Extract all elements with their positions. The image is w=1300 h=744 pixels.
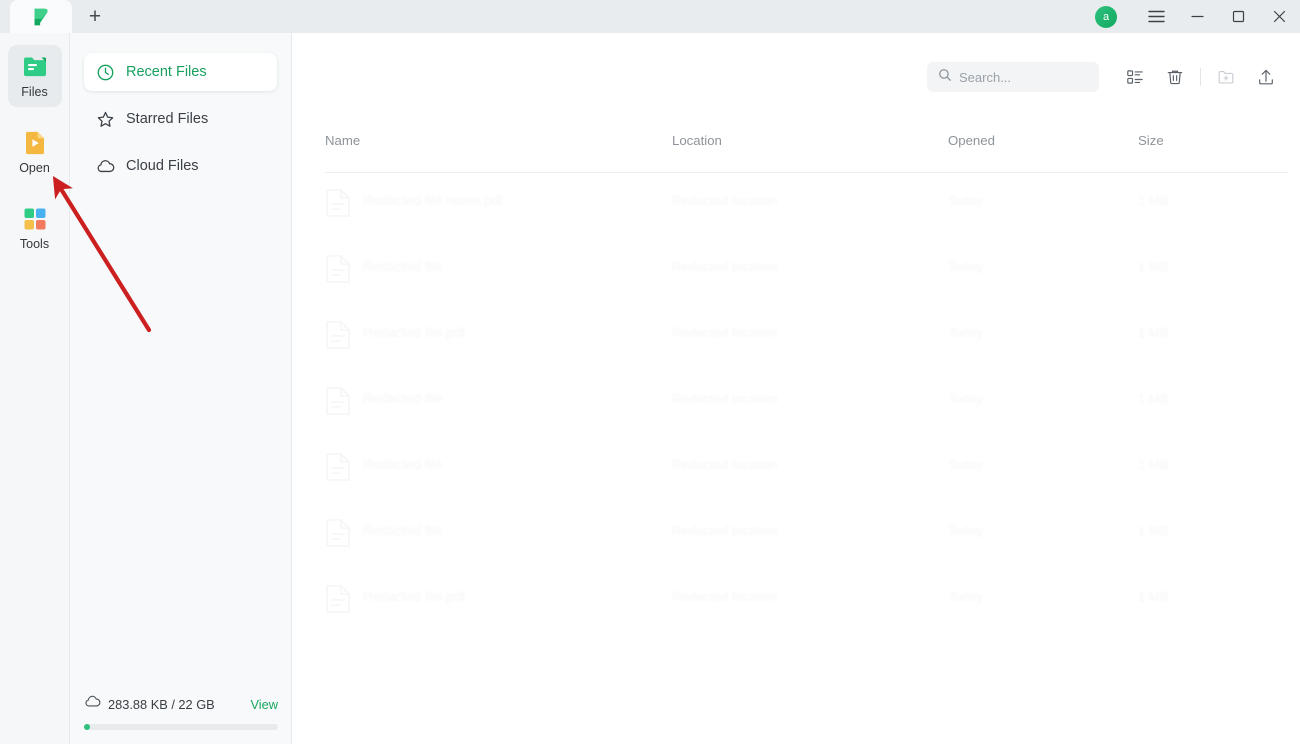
content-toolbar: Search... xyxy=(927,60,1286,94)
nav-item-label: Recent Files xyxy=(126,64,207,80)
nav-list: Recent Files Starred Files Cloud Files xyxy=(70,33,291,185)
column-header-location[interactable]: Location xyxy=(672,133,722,148)
file-location: Redacted location xyxy=(672,589,778,604)
files-icon xyxy=(21,53,49,81)
file-location: Redacted location xyxy=(672,259,778,274)
hamburger-menu-icon[interactable] xyxy=(1136,0,1177,33)
file-size: 1 MB xyxy=(1138,259,1169,274)
list-view-icon[interactable] xyxy=(1115,60,1155,94)
file-type-icon xyxy=(325,188,351,218)
sidebar-item-open[interactable]: Open xyxy=(8,121,62,183)
cloud-icon xyxy=(84,693,101,715)
file-name: Redacted file name.pdf xyxy=(363,193,503,208)
file-opened: Today xyxy=(948,325,983,340)
file-opened: Today xyxy=(948,457,983,472)
nav-item-label: Starred Files xyxy=(126,111,209,127)
nav-panel: Recent Files Starred Files Cloud Files 2… xyxy=(70,33,292,744)
file-size: 1 MB xyxy=(1138,523,1169,538)
file-type-icon xyxy=(325,320,351,350)
star-icon xyxy=(96,110,115,129)
main-content: Search... Name Location Opened Size xyxy=(293,33,1300,744)
title-bar: + a xyxy=(0,0,1300,33)
nav-item-recent-files[interactable]: Recent Files xyxy=(84,53,277,91)
column-header-name[interactable]: Name xyxy=(325,133,360,148)
file-type-icon xyxy=(325,518,351,548)
file-type-icon xyxy=(325,452,351,482)
nav-item-label: Cloud Files xyxy=(126,158,199,174)
column-header-size[interactable]: Size xyxy=(1138,133,1164,148)
app-logo-icon xyxy=(30,6,52,28)
storage-progress-fill xyxy=(84,724,90,730)
maximize-icon[interactable] xyxy=(1218,0,1259,33)
search-icon xyxy=(938,68,952,87)
storage-usage-text: 283.88 KB / 22 GB xyxy=(108,696,215,712)
avatar[interactable]: a xyxy=(1095,5,1117,28)
file-name: Redacted file xyxy=(363,391,442,406)
cloud-icon xyxy=(96,157,115,176)
sidebar-item-label: Files xyxy=(21,85,48,99)
file-location: Redacted location xyxy=(672,523,778,538)
file-opened: Today xyxy=(948,193,983,208)
new-folder-icon[interactable] xyxy=(1206,60,1246,94)
window-controls: a xyxy=(1095,0,1300,33)
file-size: 1 MB xyxy=(1138,457,1169,472)
table-row[interactable]: Redacted file.pdf Redacted location Today 1… xyxy=(325,313,1288,379)
file-location: Redacted location xyxy=(672,193,778,208)
file-name: Redacted file xyxy=(363,457,442,472)
search-placeholder: Search... xyxy=(959,69,1012,85)
sidebar-rail: Files Open Tools xyxy=(0,33,70,744)
nav-item-cloud-files[interactable]: Cloud Files xyxy=(84,147,277,185)
file-location: Redacted location xyxy=(672,457,778,472)
table-row[interactable]: Redacted file Redacted location Today 1 MB xyxy=(325,445,1288,511)
app-window: + a Files Open Tools Recent Files Starre… xyxy=(0,0,1300,744)
file-opened: Today xyxy=(948,523,983,538)
table-row[interactable]: Redacted file Redacted location Today 1 MB xyxy=(325,247,1288,313)
file-name: Redacted file.pdf xyxy=(363,589,465,604)
file-type-icon xyxy=(325,584,351,614)
file-size: 1 MB xyxy=(1138,391,1169,406)
storage-row: 283.88 KB / 22 GB View xyxy=(84,693,278,715)
file-type-icon xyxy=(325,386,351,416)
file-size: 1 MB xyxy=(1138,325,1169,340)
file-name: Redacted file xyxy=(363,259,442,274)
tab-document-active[interactable] xyxy=(10,0,72,33)
tools-grid-icon xyxy=(21,205,49,233)
file-name: Redacted file.pdf xyxy=(363,325,465,340)
storage-footer: 283.88 KB / 22 GB View xyxy=(70,693,292,744)
file-size: 1 MB xyxy=(1138,589,1169,604)
file-opened: Today xyxy=(948,259,983,274)
file-type-icon xyxy=(325,254,351,284)
table-row[interactable]: Redacted file name.pdf Redacted location T… xyxy=(325,181,1288,247)
clock-icon xyxy=(96,63,115,82)
upload-icon[interactable] xyxy=(1246,60,1286,94)
file-size: 1 MB xyxy=(1138,193,1169,208)
file-opened: Today xyxy=(948,589,983,604)
sidebar-item-files[interactable]: Files xyxy=(7,45,62,107)
storage-progress-bar xyxy=(84,724,278,730)
file-location: Redacted location xyxy=(672,391,778,406)
tab-strip: + xyxy=(0,0,118,33)
table-header: Name Location Opened Size xyxy=(325,133,1288,173)
storage-view-link[interactable]: View xyxy=(250,697,278,712)
table-row[interactable]: Redacted file Redacted location Today 1 MB xyxy=(325,511,1288,577)
file-location: Redacted location xyxy=(672,325,778,340)
file-list: Redacted file name.pdf Redacted location T… xyxy=(325,181,1288,643)
sidebar-item-label: Open xyxy=(19,161,50,175)
table-row[interactable]: Redacted file.pdf Redacted location Today 1… xyxy=(325,577,1288,643)
column-header-opened[interactable]: Opened xyxy=(948,133,995,148)
sidebar-item-label: Tools xyxy=(19,237,50,251)
search-input[interactable]: Search... xyxy=(927,62,1099,92)
toolbar-divider xyxy=(1200,68,1201,86)
trash-icon[interactable] xyxy=(1155,60,1195,94)
file-opened: Today xyxy=(948,391,983,406)
table-row[interactable]: Redacted file Redacted location Today 1 MB xyxy=(325,379,1288,445)
nav-item-starred-files[interactable]: Starred Files xyxy=(84,100,277,138)
open-pdf-icon xyxy=(21,129,49,157)
minimize-icon[interactable] xyxy=(1177,0,1218,33)
close-icon[interactable] xyxy=(1259,0,1300,33)
file-name: Redacted file xyxy=(363,523,442,538)
sidebar-item-tools[interactable]: Tools xyxy=(8,197,62,259)
new-tab-button[interactable]: + xyxy=(72,0,118,33)
